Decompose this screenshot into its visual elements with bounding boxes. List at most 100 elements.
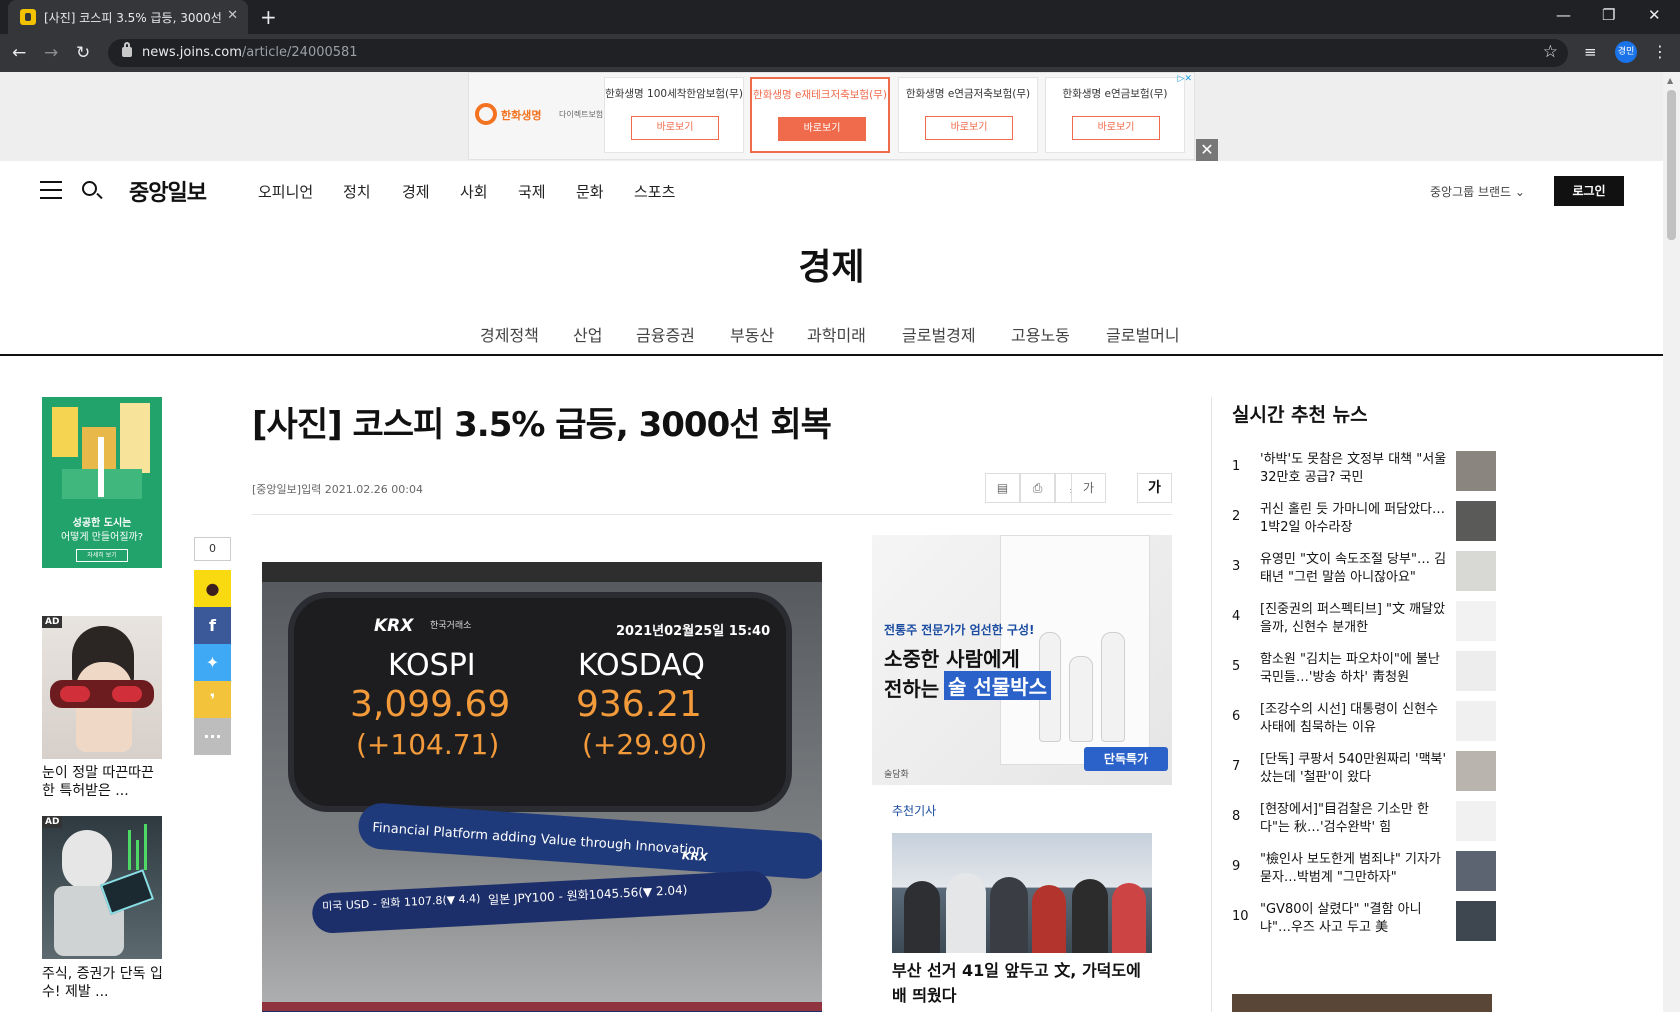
- photo-ceiling: [262, 562, 822, 582]
- more-share-button[interactable]: ···: [194, 718, 231, 755]
- nav-society[interactable]: 사회: [460, 181, 488, 202]
- kakao-share-button[interactable]: ●: [194, 570, 231, 607]
- kosdaq-change: (+29.90): [582, 728, 708, 761]
- section-title: 경제: [798, 247, 865, 288]
- ad-view-button[interactable]: 바로보기: [778, 117, 866, 141]
- browser-tab-bar: [사진] 코스피 3.5% 급등, 3000선 ✕ + — ❐ ✕: [0, 0, 1680, 34]
- subnav-item[interactable]: 고용노동: [1011, 322, 1070, 346]
- twitter-share-button[interactable]: ✦: [194, 644, 231, 681]
- forward-icon[interactable]: →: [44, 43, 58, 63]
- lock-icon[interactable]: [122, 42, 132, 57]
- tab-title: [사진] 코스피 3.5% 급등, 3000선: [44, 11, 222, 25]
- nav-world[interactable]: 국제: [518, 181, 546, 202]
- illustration-person: [1032, 885, 1066, 953]
- subnav-item[interactable]: 경제정책: [480, 322, 539, 346]
- article-photo[interactable]: KRX 한국거래소 2021년02월25일 15:40 KOSPI 3,099.…: [262, 562, 822, 1012]
- ad-close-button[interactable]: ✕: [1196, 139, 1218, 161]
- kosdaq-label: KOSDAQ: [578, 648, 705, 683]
- article-meta-divider: [252, 514, 1172, 515]
- trending-item[interactable]: 5 함소원 "김치는 파오차이"에 불난 국민들…'방송 하차' 靑청원: [1232, 651, 1502, 695]
- subnav-item[interactable]: 글로벌경제: [902, 322, 976, 346]
- ad-card[interactable]: 한화생명 e연금보험(무) 바로보기: [1045, 77, 1185, 153]
- exclusive-deal-button[interactable]: 단독특가: [1084, 747, 1168, 771]
- ticker-strip: [262, 1002, 822, 1011]
- scroll-up-icon[interactable]: ▲: [1667, 76, 1673, 85]
- illustration-lens: [60, 686, 90, 702]
- naver-share-button[interactable]: ❜: [194, 681, 231, 718]
- share-count: 0: [194, 537, 231, 561]
- trending-item[interactable]: 9 "檢인사 보도한게 범죄냐" 기자가 묻자…박범계 "그만하자": [1232, 851, 1502, 895]
- adchoices-icon[interactable]: ▷✕: [1178, 74, 1192, 84]
- trending-item[interactable]: 6 [조강수의 시선] 대통령이 신현수 사태에 침묵하는 이유: [1232, 701, 1502, 745]
- ad-view-button[interactable]: 바로보기: [925, 116, 1013, 140]
- new-tab-icon[interactable]: +: [260, 5, 277, 29]
- trending-thumbnail: [1456, 501, 1496, 541]
- nav-culture[interactable]: 문화: [576, 181, 604, 202]
- trending-item[interactable]: 2 귀신 홀린 듯 가마니에 퍼담았다…1박2일 아수라장: [1232, 501, 1502, 545]
- profile-avatar[interactable]: 경민: [1615, 41, 1637, 63]
- window-close-icon[interactable]: ✕: [1648, 6, 1661, 24]
- ad-card[interactable]: 한화생명 e연금저축보험(무) 바로보기: [898, 77, 1038, 153]
- back-icon[interactable]: ←: [12, 43, 26, 63]
- media-control-icon[interactable]: ≡: [1584, 43, 1597, 61]
- scrollbar-thumb[interactable]: [1667, 90, 1676, 240]
- facebook-icon: f: [209, 616, 216, 635]
- font-larger-button[interactable]: 가: [1137, 473, 1172, 503]
- trending-item[interactable]: 7 [단독] 쿠팡서 540만원짜리 '맥북' 샀는데 '철판'이 왔다: [1232, 751, 1502, 795]
- left-ad-caption[interactable]: 눈이 정말 따끈따끈한 특허받은 ...: [42, 764, 166, 800]
- trending-item[interactable]: 3 유영민 "文이 속도조절 당부"… 김태년 "그런 말씀 아니잖아요": [1232, 551, 1502, 595]
- nav-economy[interactable]: 경제: [402, 181, 430, 202]
- hamburger-menu-icon[interactable]: [40, 181, 62, 199]
- subnav-item[interactable]: 글로벌머니: [1106, 322, 1180, 346]
- left-ad-caption[interactable]: 주식, 증권가 단독 입수! 제발 ...: [42, 965, 166, 1001]
- trending-thumbnail: [1456, 801, 1496, 841]
- facebook-share-button[interactable]: f: [194, 607, 231, 644]
- illustration-building: [52, 407, 78, 457]
- trending-item[interactable]: 4 [진중권의 퍼스펙티브] "文 깨달았을까, 신현수 분개한: [1232, 601, 1502, 645]
- subnav-item[interactable]: 부동산: [730, 322, 774, 346]
- illustration-person: [1072, 879, 1108, 953]
- recommended-title[interactable]: 부산 선거 41일 앞두고 文, 가덕도에 배 띄웠다: [892, 958, 1152, 1008]
- print-icon[interactable]: ⎙: [1020, 473, 1055, 503]
- trending-thumbnail: [1456, 751, 1496, 791]
- trending-item[interactable]: 1 '하박'도 못참은 文정부 대책 "서울 32만호 공급? 국민: [1232, 451, 1502, 495]
- ad-card[interactable]: 한화생명 100세착한암보험(무) 바로보기: [604, 77, 744, 153]
- recommended-photo[interactable]: [892, 833, 1152, 953]
- hanwha-logo: 한화생명 다이렉트보험: [475, 101, 603, 129]
- trending-thumbnail: [1456, 551, 1496, 591]
- left-city-ad[interactable]: 성공한 도시는 어떻게 만들어질까? 자세히 보기: [42, 397, 162, 568]
- trending-item[interactable]: 8 [현장에서]"目검찰은 기소만 한다"는 秋…'검수완박' 힘: [1232, 801, 1502, 845]
- ad-card-highlighted[interactable]: 한화생명 e재테크저축보험(무) 바로보기: [750, 77, 890, 153]
- nav-politics[interactable]: 정치: [343, 181, 371, 202]
- login-button[interactable]: 로그인: [1554, 176, 1624, 206]
- top-banner-ad[interactable]: 한화생명 다이렉트보험 한화생명 100세착한암보험(무) 바로보기 한화생명 …: [468, 72, 1195, 160]
- left-ad-robot[interactable]: AD: [42, 816, 162, 959]
- subnav-item[interactable]: 금융증권: [636, 322, 695, 346]
- maximize-icon[interactable]: ❐: [1602, 6, 1615, 24]
- right-bottom-ad[interactable]: [1232, 994, 1492, 1012]
- minimize-icon[interactable]: —: [1556, 6, 1571, 24]
- search-icon[interactable]: [82, 181, 97, 196]
- site-logo[interactable]: 중앙일보: [129, 175, 207, 207]
- nav-opinion[interactable]: 오피니언: [258, 181, 313, 202]
- browser-menu-icon[interactable]: ⋮: [1652, 42, 1668, 61]
- group-brand-dropdown[interactable]: 중앙그룹 브랜드 ⌄: [1430, 183, 1525, 200]
- browser-tab[interactable]: [사진] 코스피 3.5% 급등, 3000선 ✕: [8, 0, 248, 34]
- font-smaller-button[interactable]: 가: [1071, 473, 1106, 503]
- close-tab-icon[interactable]: ✕: [227, 8, 238, 23]
- bookmark-star-icon[interactable]: ☆: [1543, 42, 1558, 62]
- ad-view-button[interactable]: 바로보기: [1072, 116, 1160, 140]
- illustration-person: [946, 873, 986, 953]
- print-preview-icon[interactable]: ▤: [985, 473, 1020, 503]
- subnav-item[interactable]: 산업: [573, 322, 602, 346]
- trending-item[interactable]: 10 "GV80이 살렸다" "결함 아니냐"…우즈 사고 두고 美: [1232, 901, 1502, 945]
- nav-sports[interactable]: 스포츠: [634, 181, 675, 202]
- city-ad-button[interactable]: 자세히 보기: [76, 549, 128, 562]
- left-ad-goggles[interactable]: AD: [42, 616, 162, 759]
- reload-icon[interactable]: ↻: [76, 43, 90, 63]
- subnav-item[interactable]: 과학미래: [807, 322, 866, 346]
- ad-view-button[interactable]: 바로보기: [631, 116, 719, 140]
- address-bar[interactable]: news.joins.com/article/24000581 ☆: [108, 39, 1568, 67]
- liquor-gift-ad[interactable]: 전통주 전문가가 엄선한 구성! 소중한 사람에게 전하는 술 선물박스 단독특…: [872, 535, 1172, 785]
- page-scrollbar[interactable]: ▲: [1663, 72, 1680, 1012]
